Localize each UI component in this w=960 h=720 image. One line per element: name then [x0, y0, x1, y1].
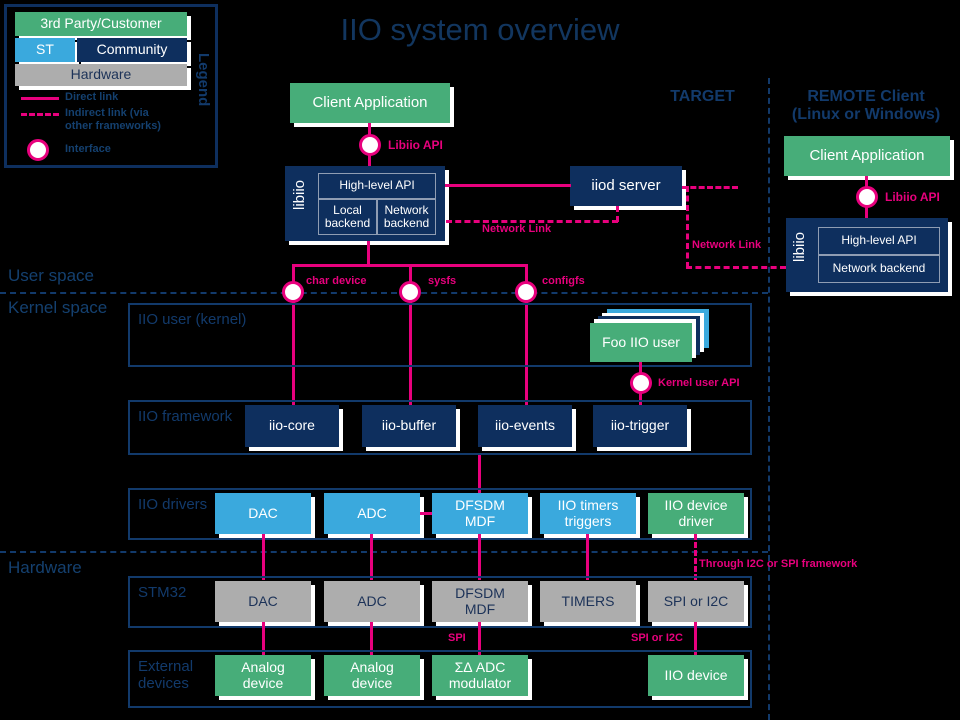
external-analog-device-1-box[interactable]: Analog device	[215, 655, 311, 696]
iio-core-box[interactable]: iio-core	[245, 405, 339, 447]
interface-libiio-api-target-icon	[359, 134, 381, 156]
stm32-dac-box[interactable]: DAC	[215, 581, 311, 622]
dashlink-iiod-down-stub	[616, 206, 619, 222]
stm32-spi-or-i2c-box[interactable]: SPI or I2C	[648, 581, 744, 622]
legend-chip-st: ST	[15, 38, 75, 62]
legend-interface-circle-icon	[27, 139, 49, 161]
through-i2c-spi-label: Through I2C or SPI framework	[699, 558, 858, 570]
legend-vertical-title: Legend	[195, 53, 212, 107]
wire-highlevelapi-to-iiod	[445, 184, 571, 187]
interface-sysfs-label: sysfs	[428, 275, 457, 287]
legend-chip-3rd-party: 3rd Party/Customer	[15, 12, 187, 36]
wire-timersdriver-to-timers	[586, 534, 589, 580]
stm32-dfsdm-mdf-box[interactable]: DFSDM MDF	[432, 581, 528, 622]
row-label-iio-user-kernel: IIO user (kernel)	[138, 311, 247, 328]
driver-dac-box[interactable]: DAC	[215, 493, 311, 534]
label-kernel-space: Kernel space	[8, 298, 108, 317]
row-label-external-devices: External devices	[138, 658, 194, 693]
iio-events-box[interactable]: iio-events	[478, 405, 572, 447]
network-link-left-label: Network Link	[482, 223, 552, 235]
driver-iio-timers-triggers-box[interactable]: IIO timers triggers	[540, 493, 636, 534]
iiod-server-box[interactable]: iiod server	[570, 166, 682, 206]
remote-client-application[interactable]: Client Application	[784, 136, 950, 176]
remote-libiio-high-level-api[interactable]: High-level API	[818, 227, 940, 255]
remote-libiio-label: libiio	[791, 232, 808, 263]
wire-adcdriver-to-adc	[370, 534, 373, 580]
driver-adc-box[interactable]: ADC	[324, 493, 420, 534]
target-libiio-box: libiio High-level API Local backend Netw…	[285, 166, 445, 241]
dashlink-iiodevicedriver-to-spi-i2c	[694, 534, 697, 580]
legend-direct-link-label: Direct link	[65, 91, 119, 103]
interface-kernel-user-api-icon	[630, 372, 652, 394]
target-libiio-label: libiio	[291, 180, 308, 211]
interface-configfs-icon	[515, 281, 537, 303]
remote-libiio-box: libiio High-level API Network backend	[786, 218, 948, 292]
diagram-canvas: IIO system overview 3rd Party/Customer S…	[0, 0, 960, 720]
interface-sysfs-icon	[399, 281, 421, 303]
row-label-iio-framework: IIO framework	[138, 408, 233, 425]
stm32-adc-box[interactable]: ADC	[324, 581, 420, 622]
target-libiio-network-backend[interactable]: Network backend	[377, 199, 436, 235]
wire-adc-to-dfsdm	[420, 512, 432, 515]
wire-libiio-down	[367, 241, 370, 266]
row-label-iio-drivers: IIO drivers	[138, 496, 208, 513]
driver-iio-device-driver-box[interactable]: IIO device driver	[648, 493, 744, 534]
legend-chip-hardware: Hardware	[15, 64, 187, 86]
legend-chip-community: Community	[77, 38, 187, 62]
target-remote-divider	[768, 78, 770, 720]
external-analog-device-2-box[interactable]: Analog device	[324, 655, 420, 696]
legend-indirect-link-label: Indirect link (via other frameworks)	[65, 107, 161, 132]
spi-or-i2c-link-label: SPI or I2C	[631, 632, 683, 644]
interface-char-device-label: char device	[306, 275, 367, 287]
stm32-timers-box[interactable]: TIMERS	[540, 581, 636, 622]
wire-dacdriver-to-dac	[262, 534, 265, 580]
interface-configfs-label: configfs	[542, 275, 585, 287]
interface-libiio-api-target-label: Libiio API	[388, 138, 443, 152]
user-kernel-separator	[0, 292, 768, 294]
label-hardware: Hardware	[8, 558, 82, 577]
row-label-stm32: STM32	[138, 584, 187, 601]
legend-solid-line-icon	[21, 97, 59, 100]
interface-kernel-user-api-label: Kernel user API	[658, 377, 740, 389]
target-libiio-high-level-api[interactable]: High-level API	[318, 173, 436, 199]
interface-libiio-api-remote-label: Libiio API	[885, 190, 940, 204]
foo-iio-user-box[interactable]: Foo IIO user	[590, 323, 692, 362]
legend-dashed-line-icon	[21, 113, 59, 116]
network-link-right-label: Network Link	[692, 239, 762, 251]
zone-title-target: TARGET	[670, 88, 735, 105]
legend-panel: 3rd Party/Customer ST Community Hardware…	[4, 4, 218, 168]
dashlink-iiod-right	[682, 186, 738, 189]
remote-libiio-network-backend[interactable]: Network backend	[818, 255, 940, 283]
iio-buffer-box[interactable]: iio-buffer	[362, 405, 456, 447]
interface-char-device-icon	[282, 281, 304, 303]
target-libiio-local-backend[interactable]: Local backend	[318, 199, 377, 235]
iio-trigger-box[interactable]: iio-trigger	[593, 405, 687, 447]
label-user-space: User space	[8, 266, 94, 285]
zone-title-remote: REMOTE Client (Linux or Windows)	[791, 88, 941, 124]
spi-link-label: SPI	[448, 632, 466, 644]
target-client-application[interactable]: Client Application	[290, 83, 450, 123]
dashlink-to-remote-libiio	[686, 266, 786, 269]
legend-interface-label: Interface	[65, 143, 111, 155]
kernel-hardware-separator	[0, 551, 768, 553]
external-sigma-delta-adc-modulator-box[interactable]: ΣΔ ADC modulator	[432, 655, 528, 696]
interface-libiio-api-remote-icon	[856, 186, 878, 208]
external-iio-device-box[interactable]: IIO device	[648, 655, 744, 696]
wire-dfsdmdriver-to-dfsdm	[478, 534, 481, 580]
driver-dfsdm-mdf-box[interactable]: DFSDM MDF	[432, 493, 528, 534]
dashlink-right-vertical	[686, 186, 689, 268]
